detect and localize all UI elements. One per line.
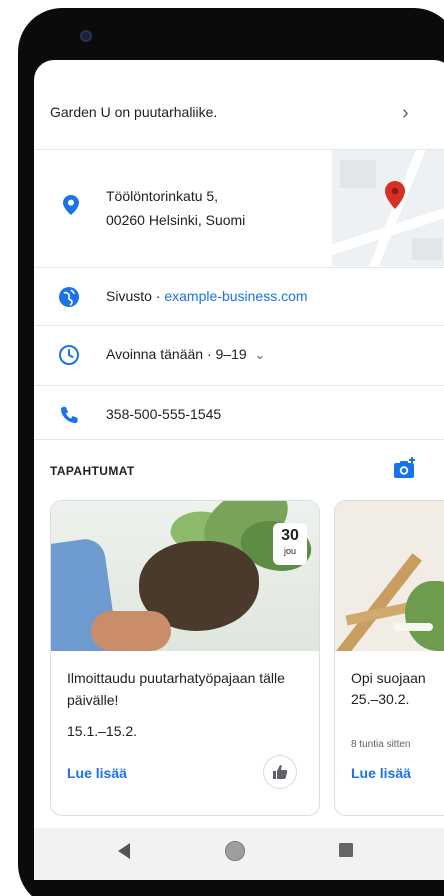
website-text[interactable]: Sivusto · example-business.com <box>106 288 308 304</box>
website-link[interactable]: example-business.com <box>164 288 307 304</box>
read-more-link[interactable]: Lue lisää <box>351 765 411 781</box>
thumbs-up-icon <box>273 765 288 779</box>
event-date-badge: 30 jou <box>273 523 307 565</box>
address-line-2: 00260 Helsinki, Suomi <box>106 212 246 228</box>
image-plant <box>405 581 444 651</box>
event-date-range: 25.–30.2. <box>351 691 410 707</box>
add-photo-icon[interactable] <box>392 456 418 485</box>
page: Garden U on puutarhaliike. › Töölöntorin… <box>0 0 444 896</box>
image-hand <box>91 611 171 651</box>
read-more-link[interactable]: Lue lisää <box>67 765 127 781</box>
clock-icon <box>58 344 80 366</box>
address-line-1: Töölöntorinkatu 5, <box>106 188 219 204</box>
address-row[interactable]: Töölöntorinkatu 5, 00260 Helsinki, Suomi <box>34 150 444 268</box>
front-camera <box>80 30 92 42</box>
back-icon[interactable] <box>116 842 132 865</box>
home-icon[interactable] <box>224 841 246 867</box>
description-row[interactable]: Garden U on puutarhaliike. › <box>34 82 444 150</box>
map-block <box>412 238 442 260</box>
website-label: Sivusto · <box>106 288 165 304</box>
phone-icon <box>58 404 80 426</box>
business-description: Garden U on puutarhaliike. <box>50 104 218 120</box>
image-lamp <box>393 623 433 631</box>
event-title: Opi suojaan <box>351 670 426 686</box>
event-title: Ilmoittaudu puutarhatyöpajaan tälle päiv… <box>67 670 285 708</box>
map-pin-icon <box>384 180 406 215</box>
events-header: TAPAHTUMAT <box>50 464 135 478</box>
chevron-right-icon[interactable]: › <box>402 102 409 125</box>
event-date-range: 15.1.–15.2. <box>67 723 138 739</box>
globe-icon <box>58 286 80 308</box>
event-card[interactable]: Opi suojaan 25.–30.2. 8 tuntia sitten Lu… <box>334 500 444 816</box>
event-card[interactable]: 30 jou Ilmoittaudu puutarhatyöpajaan täl… <box>50 500 320 816</box>
chevron-down-icon[interactable]: ⌄ <box>254 347 265 362</box>
recent-apps-icon[interactable] <box>338 842 354 863</box>
phone-number[interactable]: 358-500-555-1545 <box>106 406 221 422</box>
map-thumbnail[interactable] <box>332 150 444 266</box>
event-image <box>335 501 444 651</box>
event-image: 30 jou <box>51 501 319 651</box>
location-pin-icon <box>62 194 80 221</box>
system-navigation-bar <box>34 828 444 880</box>
events-section: TAPAHTUMAT 30 jou Ilmoittaudu puutarhaty… <box>34 440 444 880</box>
hours-text: Avoinna tänään · 9–19 ⌄ <box>106 346 265 363</box>
like-button[interactable] <box>263 755 297 789</box>
event-date-month: jou <box>283 546 296 556</box>
map-block <box>340 160 376 188</box>
event-date-day: 30 <box>281 527 299 544</box>
hours-value: Avoinna tänään · 9–19 <box>106 346 247 362</box>
business-profile-screen: Garden U on puutarhaliike. › Töölöntorin… <box>34 60 444 880</box>
event-posted-time: 8 tuntia sitten <box>351 739 411 750</box>
phone-row[interactable]: 358-500-555-1545 <box>34 386 444 440</box>
website-row[interactable]: Sivusto · example-business.com <box>34 268 444 326</box>
hours-row[interactable]: Avoinna tänään · 9–19 ⌄ <box>34 326 444 386</box>
